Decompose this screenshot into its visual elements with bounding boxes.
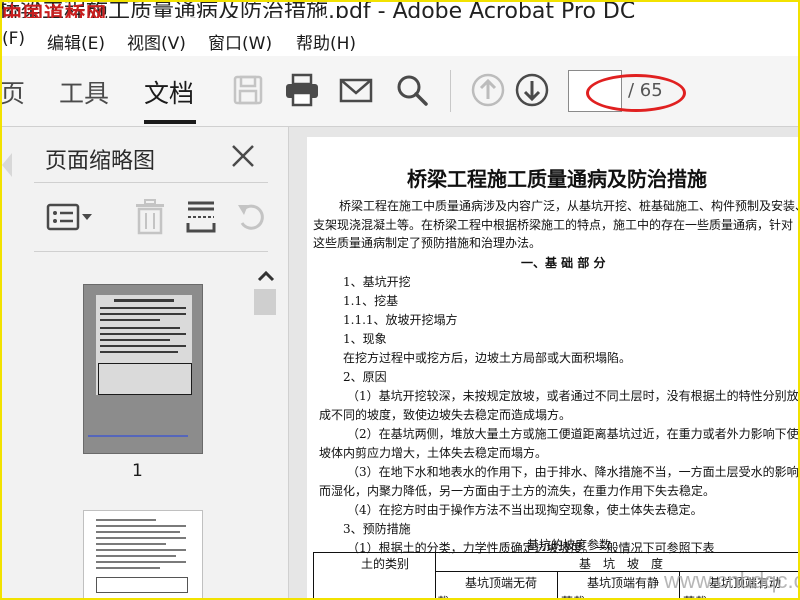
panel-pointer: [2, 153, 12, 177]
thumbnail-options-icon[interactable]: [46, 199, 94, 235]
active-tab-indicator: [144, 120, 196, 124]
menu-bar: (F) 编辑(E) 视图(V) 窗口(W) 帮助(H): [2, 22, 798, 56]
document-text-line: 桥梁工程在施工中质量通病涉及内容广泛，从基坑开挖、桩基础施工、构件预制及安装、: [339, 199, 800, 213]
document-text-line: 基坑的坡度参数: [527, 538, 612, 552]
document-text-line: （1）基坑开挖较深，未按规定放坡，或者通过不同土层时，没有根据土的特性分别放: [347, 389, 799, 403]
rotate-icon[interactable]: [234, 199, 268, 235]
scrollbar-thumb[interactable]: [254, 289, 276, 315]
thumbnail-text-line: [114, 299, 174, 302]
thumbnail-table: [98, 363, 192, 395]
panel-divider: [34, 182, 268, 183]
thumbnail-table: [96, 577, 188, 593]
thumbnail-text-line: [100, 351, 178, 353]
document-viewport: 桥梁工程施工质量通病及防治措施 桥梁工程在施工中质量通病涉及内容广泛，从基坑开挖…: [289, 127, 798, 598]
title-bar: 桥梁工程施工质量通病及防治措施.pdf - Adobe Acrobat Pro …: [2, 2, 798, 18]
document-text-line: 1.1.1、放坡开挖塌方: [343, 313, 458, 327]
table-border: [313, 552, 314, 598]
page-thumbnails-panel: 页面缩略图 1: [2, 127, 289, 598]
thumbnail-text-line: [96, 525, 186, 527]
next-page-icon[interactable]: [514, 72, 550, 108]
pdf-page: 桥梁工程施工质量通病及防治措施 桥梁工程在施工中质量通病涉及内容广泛，从基坑开挖…: [307, 137, 800, 598]
table-border: [313, 552, 798, 553]
thumbnail-text-line: [96, 519, 156, 521]
site-watermark: www.cnbdqc.com: [664, 568, 798, 593]
document-title: 桥梁工程施工质量通病及防治措施: [407, 167, 707, 191]
document-text-line: 1、现象: [343, 332, 387, 346]
print-icon[interactable]: [284, 72, 320, 108]
save-icon[interactable]: [230, 72, 266, 108]
table-sub-header-2: 基坑顶端有静: [587, 576, 660, 590]
table-header-soil: 土的类别: [361, 557, 410, 571]
table-header-slope: 基 坑 坡 度: [579, 557, 664, 571]
thumbnail-page-number: 1: [132, 461, 143, 481]
panel-title: 页面缩略图: [45, 149, 156, 174]
table-border: [557, 571, 558, 598]
document-text-line: 坡体内剪应力增大，土体失去稳定而塌方。: [319, 446, 548, 460]
thumbnail-footer-link: [88, 435, 188, 437]
scroll-up-icon[interactable]: [254, 265, 278, 289]
document-text-line: 成不同的坡度，致使边坡失去稳定而造成塌方。: [319, 408, 572, 422]
table-border: [435, 552, 436, 598]
document-text-line: 1、基坑开挖: [343, 275, 411, 289]
table-sub-header-2b: 荷载: [561, 593, 585, 598]
menu-edit[interactable]: 编辑(E): [47, 29, 105, 54]
site-logo-watermark: 中国道桥网: [2, 2, 107, 18]
table-sub-header-3b: 荷载: [683, 593, 707, 598]
document-text-line: 支架现浇混凝土等。在桥梁工程中根据桥梁施工的特点，施工中的存在一些质量通病，针对: [313, 218, 794, 232]
trash-icon[interactable]: [133, 199, 167, 235]
acrobat-window: 桥梁工程施工质量通病及防治措施.pdf - Adobe Acrobat Pro …: [0, 0, 800, 600]
menu-help[interactable]: 帮助(H): [296, 29, 356, 54]
section-heading: 一、基 础 部 分: [521, 256, 606, 270]
document-text-line: （4）在挖方时由于操作方法不当出现掏空现象，使土体失去稳定。: [347, 503, 703, 517]
thumbnail-text-line: [100, 319, 160, 321]
document-text-line: 2、原因: [343, 370, 387, 384]
close-icon[interactable]: [228, 141, 258, 171]
red-highlight-annotation: [586, 74, 686, 112]
document-text-line: 3、预防措施: [343, 522, 411, 536]
tab-tools[interactable]: 工具: [59, 74, 109, 110]
document-text-line: 1.1、挖基: [343, 294, 399, 308]
thumbnail-text-line: [100, 345, 186, 347]
thumbnail-text-line: [96, 567, 160, 569]
insert-pages-icon[interactable]: [184, 199, 218, 235]
thumbnail-text-line: [100, 307, 186, 309]
page-thumbnail-1[interactable]: [83, 284, 203, 454]
document-text-line: （3）在地下水和地表水的作用下，由于排水、降水措施不当，一方面土层受水的影响: [347, 465, 799, 479]
thumbnail-text-line: [96, 543, 166, 545]
thumbnail-text-line: [96, 531, 180, 533]
thumbnail-text-line: [96, 555, 176, 557]
tab-home[interactable]: 页: [2, 74, 25, 110]
panel-divider-2: [34, 251, 268, 252]
document-text-line: 这些质量通病制定了预防措施和治理办法。: [313, 236, 542, 250]
document-text-line: 而湿化，内聚力降低，另一方面由于土方的流失，在重力作用下失去稳定。: [319, 484, 716, 498]
thumbnail-text-line: [100, 313, 186, 315]
thumbnail-text-line: [96, 561, 186, 563]
page-thumbnail-2[interactable]: [83, 510, 203, 598]
document-text-line: 在挖方过程中或挖方后，边坡土方局部或大面积塌陷。: [343, 351, 632, 365]
search-icon[interactable]: [394, 72, 430, 108]
thumbnail-text-line: [100, 327, 180, 329]
menu-window[interactable]: 窗口(W): [208, 29, 272, 54]
toolbar-separator: [450, 70, 451, 112]
document-text-line: （2）在基坑两侧，堆放大量土方或施工便道距离基坑过近，在重力或者外力影响下使: [347, 427, 799, 441]
thumbnail-text-line: [100, 333, 186, 335]
menu-file[interactable]: (F): [2, 29, 25, 49]
table-sub-header-1: 基坑顶端无荷: [465, 576, 538, 590]
thumbnail-text-line: [96, 549, 186, 551]
thumbnail-text-line: [96, 537, 186, 539]
tab-document[interactable]: 文档: [144, 74, 194, 110]
previous-page-icon[interactable]: [470, 72, 506, 108]
table-sub-header-1b: 载: [437, 593, 449, 598]
thumbnail-text-line: [100, 339, 170, 341]
menu-view[interactable]: 视图(V): [127, 29, 186, 54]
email-icon[interactable]: [338, 72, 374, 108]
